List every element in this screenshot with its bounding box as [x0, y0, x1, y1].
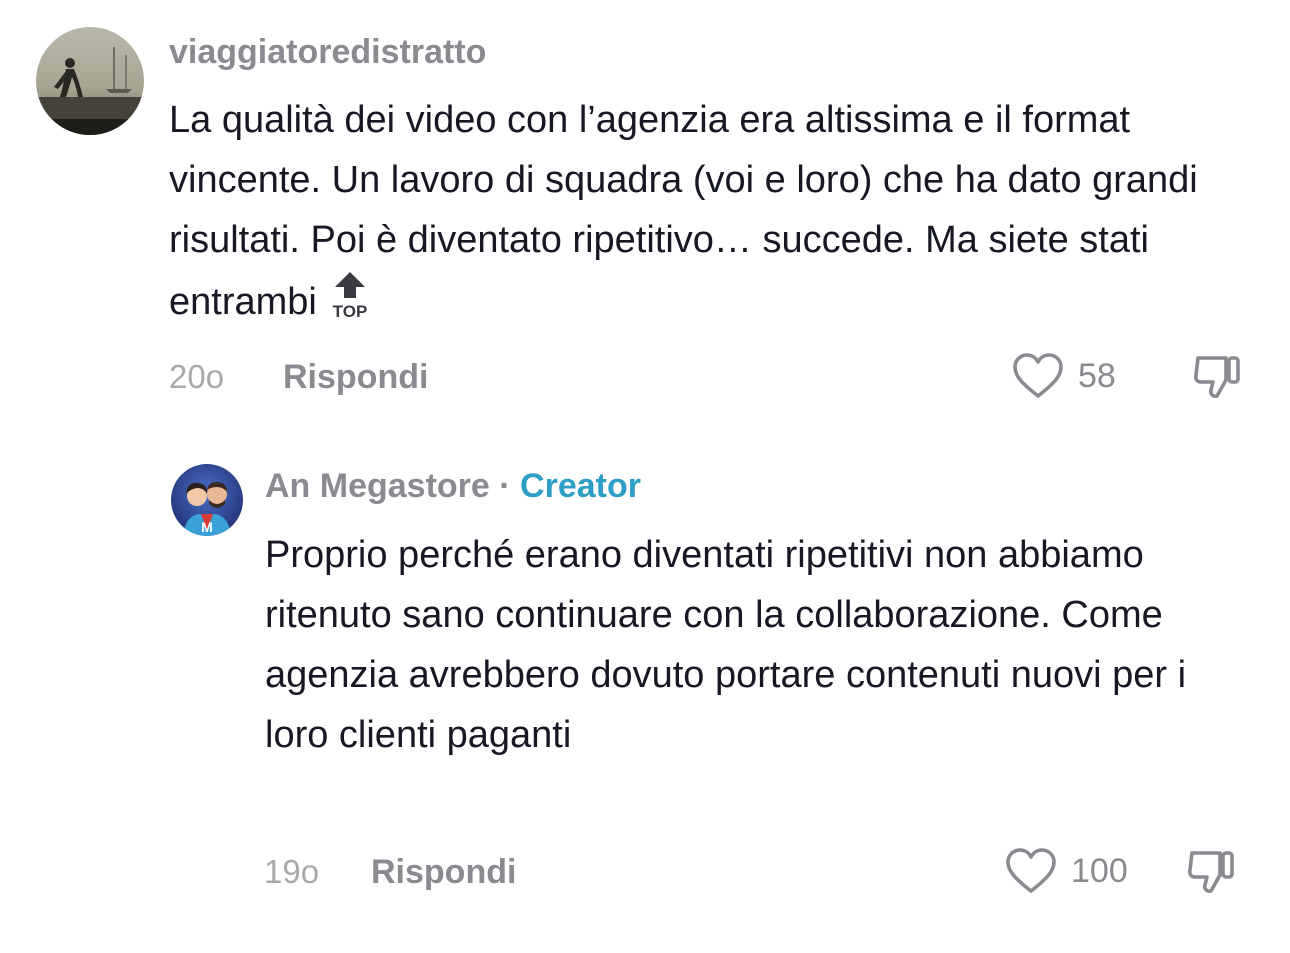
creator-badge: Creator — [520, 467, 641, 505]
like-group: 100 — [1005, 843, 1128, 899]
reply-username[interactable]: An Megastore — [265, 467, 490, 505]
reply-button[interactable]: Rispondi — [283, 358, 428, 397]
comment-body: La qualità dei video con l’agenzia era a… — [169, 99, 1198, 323]
svg-text:M: M — [201, 519, 213, 535]
username-separator: · — [489, 467, 521, 505]
like-group: 58 — [1012, 348, 1116, 404]
comment-text: La qualità dei video con l’agenzia era a… — [169, 90, 1239, 332]
reply-text: Proprio perché erano diventati ripetitiv… — [265, 534, 1187, 756]
thumbs-down-icon[interactable] — [1192, 350, 1244, 402]
reply-button[interactable]: Rispondi — [371, 853, 516, 892]
like-count: 58 — [1078, 356, 1116, 395]
heart-outline-icon[interactable] — [1005, 847, 1057, 895]
comment-timestamp: 20o — [169, 358, 225, 395]
comment-meta: 20o Rispondi — [169, 355, 428, 399]
avatar-photo — [36, 27, 144, 135]
heart-outline-icon[interactable] — [1012, 352, 1064, 400]
reply-timestamp: 19o — [264, 853, 320, 890]
avatar[interactable] — [36, 27, 144, 135]
reply-username-line: An Megastore · Creator — [265, 467, 641, 506]
avatar[interactable]: M — [171, 464, 243, 536]
like-count: 100 — [1071, 851, 1128, 890]
avatar-photo: M — [171, 464, 243, 536]
thumbs-down-icon[interactable] — [1186, 845, 1238, 897]
top-badge-label: TOP — [333, 302, 368, 320]
reply-meta: 19o Rispondi — [264, 850, 516, 894]
comment-username[interactable]: viaggiatoredistratto — [169, 33, 486, 72]
top-arrow-icon: TOP — [327, 270, 373, 320]
